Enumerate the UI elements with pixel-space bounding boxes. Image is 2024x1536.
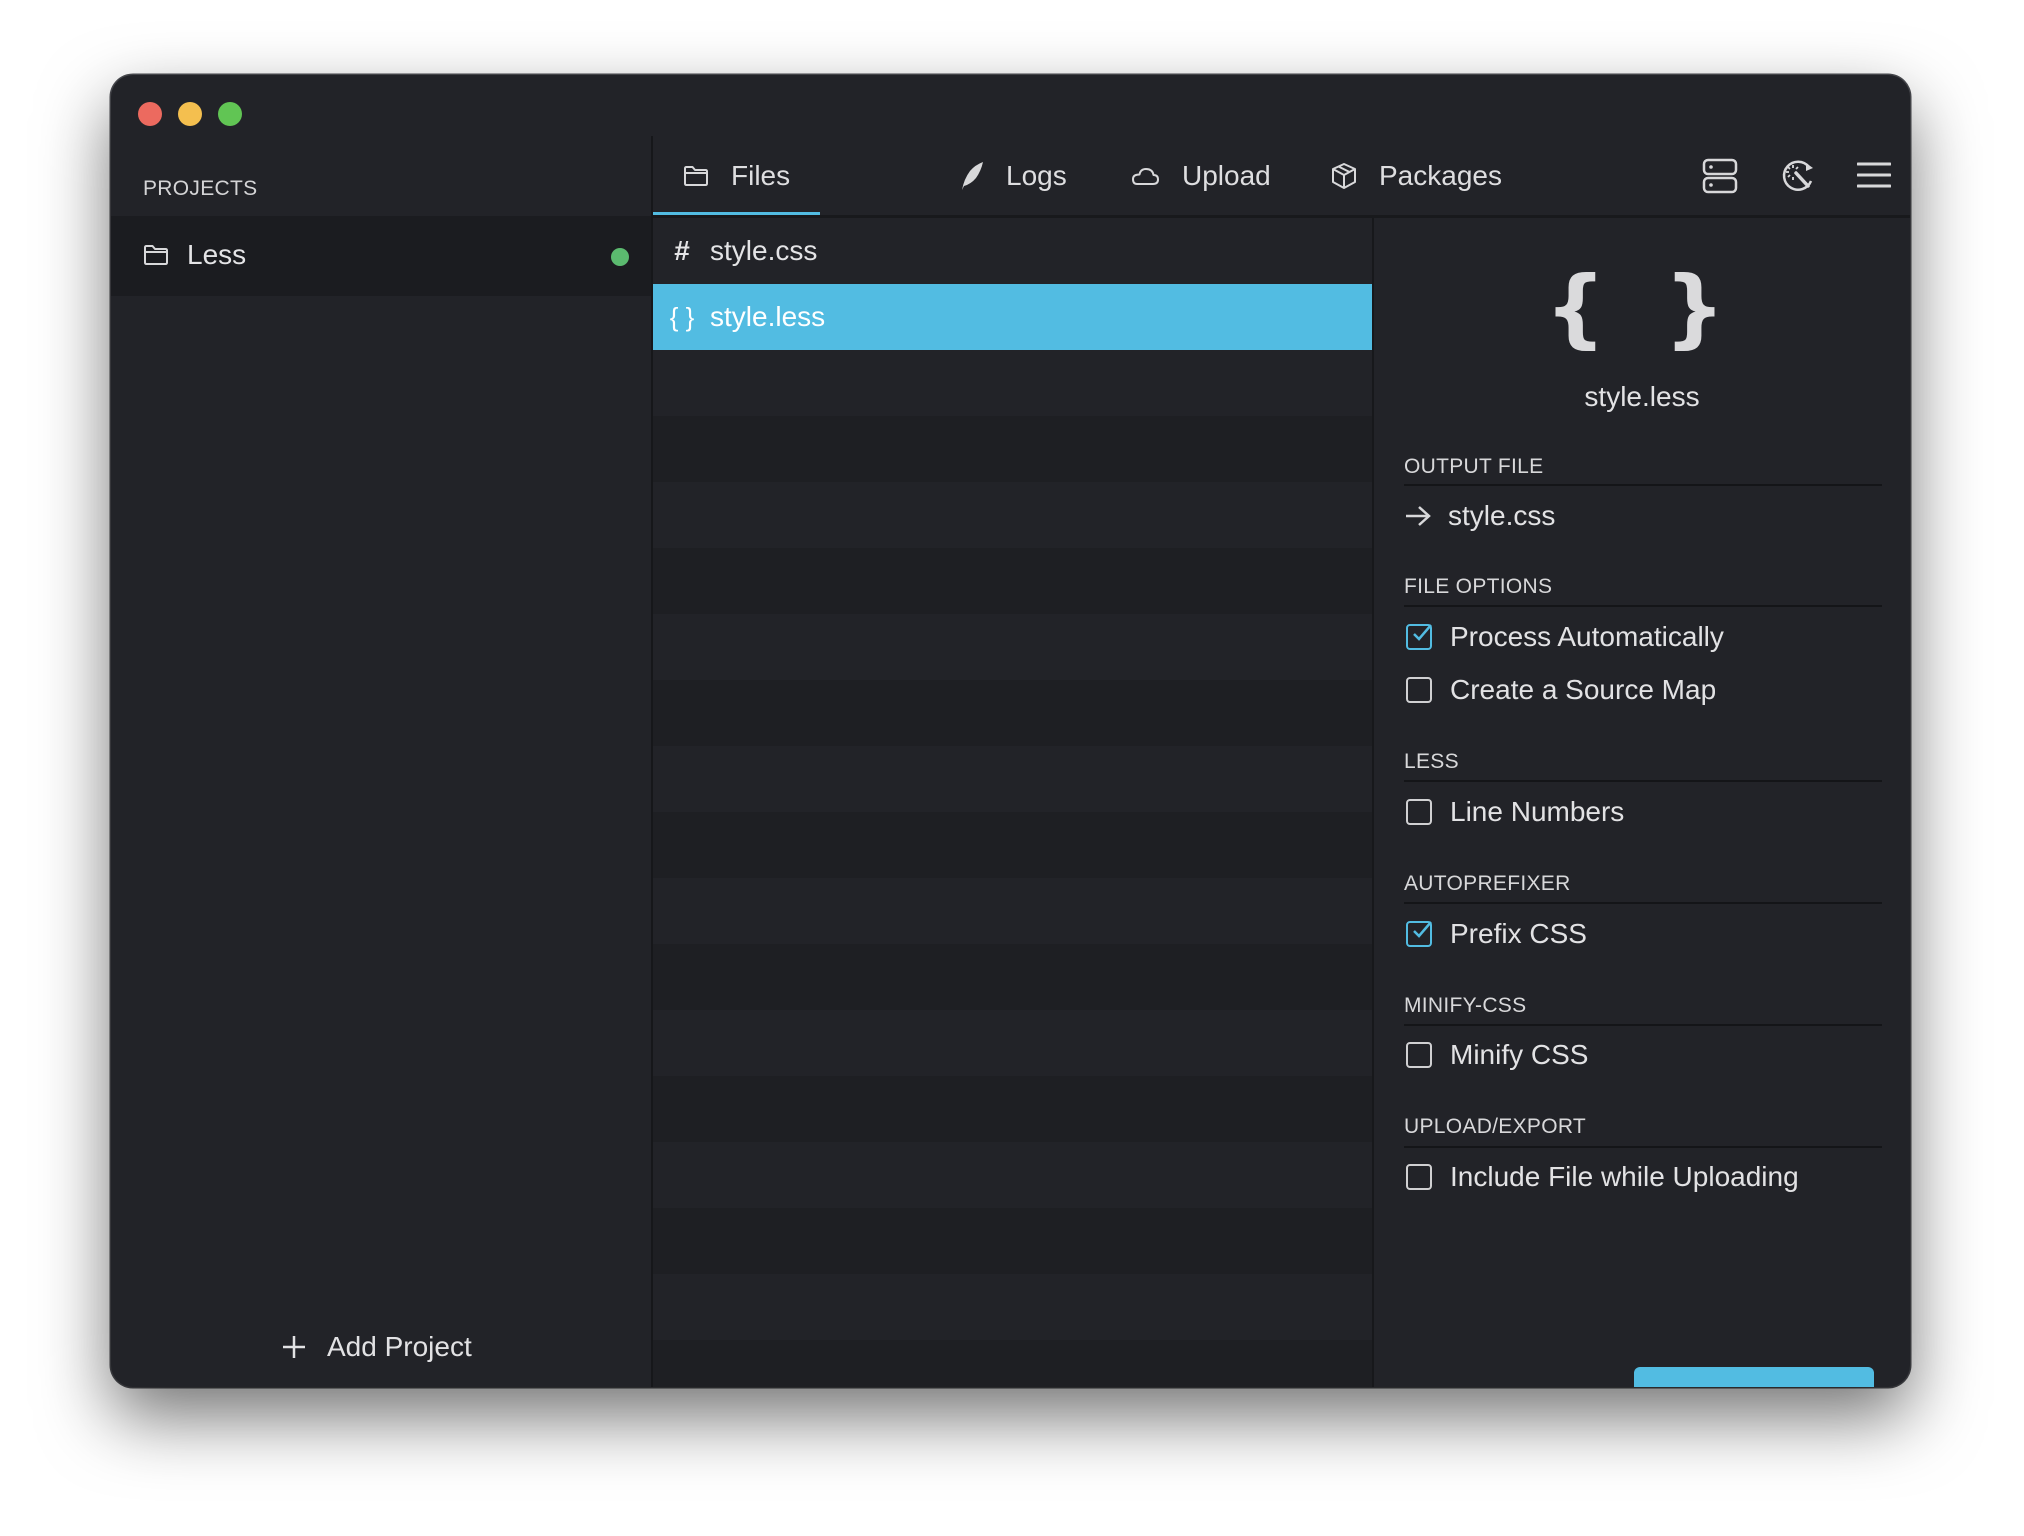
- empty-file-row: [653, 1010, 1372, 1076]
- package-icon: [1332, 163, 1356, 189]
- section-file-options-title: FILE OPTIONS: [1404, 575, 1553, 598]
- checkmark-icon: [1413, 624, 1432, 641]
- detail-filename: style.less: [1584, 381, 1700, 412]
- checkbox-unchecked[interactable]: [1406, 1042, 1432, 1068]
- cloud-icon: [1132, 168, 1159, 185]
- hamburger-menu-icon[interactable]: [1857, 160, 1891, 190]
- empty-file-row: [653, 482, 1372, 548]
- section-divider: [1404, 1146, 1882, 1148]
- tab-upload[interactable]: Upload: [1130, 136, 1271, 216]
- arrow-right-icon: [1406, 506, 1431, 526]
- empty-file-row: [653, 1208, 1372, 1274]
- option-label: Minify CSS: [1450, 1039, 1589, 1070]
- checkmark-icon: [1413, 921, 1432, 938]
- less-braces-icon: { }: [669, 302, 695, 332]
- empty-file-row: [653, 614, 1372, 680]
- add-project-button[interactable]: Add Project: [281, 1325, 472, 1369]
- file-list: # style.css { } style.less: [653, 218, 1372, 1387]
- empty-file-row: [653, 548, 1372, 614]
- app-window: PROJECTS Less Add Project Files Logs Upl…: [111, 75, 1910, 1387]
- section-divider: [1404, 780, 1882, 782]
- feather-icon: [962, 162, 983, 190]
- process-file-button[interactable]: Process File: [1634, 1367, 1874, 1387]
- empty-file-row: [653, 812, 1372, 878]
- option-label: Line Numbers: [1450, 796, 1625, 827]
- tab-logs[interactable]: Logs: [960, 136, 1067, 216]
- folder-icon: [144, 245, 168, 265]
- projects-heading: PROJECTS: [143, 177, 258, 200]
- empty-file-row: [653, 1274, 1372, 1340]
- empty-file-row: [653, 416, 1372, 482]
- section-autoprefixer-title: AUTOPREFIXER: [1404, 872, 1571, 895]
- checkbox-checked[interactable]: [1406, 921, 1432, 947]
- output-file-name: style.css: [1448, 500, 1556, 531]
- file-row-style-css[interactable]: # style.css: [653, 218, 1372, 284]
- option-minify-css[interactable]: Minify CSS: [1406, 1035, 1588, 1075]
- empty-file-row: [653, 944, 1372, 1010]
- tab-label: Upload: [1182, 160, 1271, 191]
- css-hash-icon: #: [674, 235, 690, 266]
- checkbox-unchecked[interactable]: [1406, 1164, 1432, 1190]
- checkbox-unchecked[interactable]: [1406, 799, 1432, 825]
- file-details-panel: { } style.less OUTPUT FILE style.css FIL…: [1374, 218, 1910, 1387]
- file-name: style.css: [710, 235, 818, 266]
- checkbox-checked[interactable]: [1406, 624, 1432, 650]
- server-icon[interactable]: [1702, 158, 1738, 194]
- section-divider: [1404, 484, 1882, 486]
- file-name: style.less: [710, 301, 826, 332]
- section-less-title: LESS: [1404, 750, 1459, 773]
- project-status-dot: [611, 248, 629, 266]
- project-name: Less: [187, 239, 247, 270]
- output-file-link[interactable]: style.css: [1404, 496, 1555, 536]
- section-divider: [1404, 902, 1882, 904]
- empty-file-row: [653, 1076, 1372, 1142]
- section-divider: [1404, 605, 1882, 607]
- option-process-automatically[interactable]: Process Automatically: [1406, 617, 1724, 657]
- tab-packages[interactable]: Packages: [1331, 136, 1502, 216]
- tab-label: Packages: [1379, 160, 1502, 191]
- projects-sidebar: PROJECTS Less Add Project: [111, 75, 651, 1387]
- tab-bar: Files Logs Upload Packages: [653, 136, 1910, 217]
- folder-icon: [684, 166, 708, 186]
- option-label: Create a Source Map: [1450, 674, 1717, 705]
- option-prefix-css[interactable]: Prefix CSS: [1406, 914, 1587, 954]
- less-file-icon: { }: [1544, 258, 1740, 358]
- section-output-file-title: OUTPUT FILE: [1404, 455, 1544, 478]
- section-minify-css-title: MINIFY-CSS: [1404, 994, 1527, 1017]
- section-upload-export-title: UPLOAD/EXPORT: [1404, 1115, 1587, 1138]
- magic-wand-refresh-icon[interactable]: [1779, 157, 1817, 195]
- empty-file-row: [653, 878, 1372, 944]
- plus-icon: [283, 1336, 305, 1358]
- option-line-numbers[interactable]: Line Numbers: [1406, 792, 1624, 832]
- option-create-source-map[interactable]: Create a Source Map: [1406, 670, 1716, 710]
- empty-file-row: [653, 1142, 1372, 1208]
- tab-files[interactable]: Files: [683, 136, 790, 216]
- file-row-style-less[interactable]: { } style.less: [653, 284, 1372, 350]
- empty-file-row: [653, 680, 1372, 746]
- tab-label: Logs: [1006, 160, 1067, 191]
- empty-file-row: [653, 1340, 1372, 1387]
- tab-label: Files: [731, 160, 791, 191]
- option-label: Include File while Uploading: [1450, 1161, 1799, 1192]
- option-include-file-uploading[interactable]: Include File while Uploading: [1406, 1157, 1799, 1197]
- checkbox-unchecked[interactable]: [1406, 677, 1432, 703]
- option-label: Prefix CSS: [1450, 918, 1587, 949]
- option-label: Process Automatically: [1450, 621, 1724, 652]
- empty-file-row: [653, 746, 1372, 812]
- project-item-less[interactable]: Less: [111, 216, 651, 296]
- section-divider: [1404, 1024, 1882, 1026]
- add-project-label: Add Project: [327, 1331, 472, 1362]
- empty-file-row: [653, 350, 1372, 416]
